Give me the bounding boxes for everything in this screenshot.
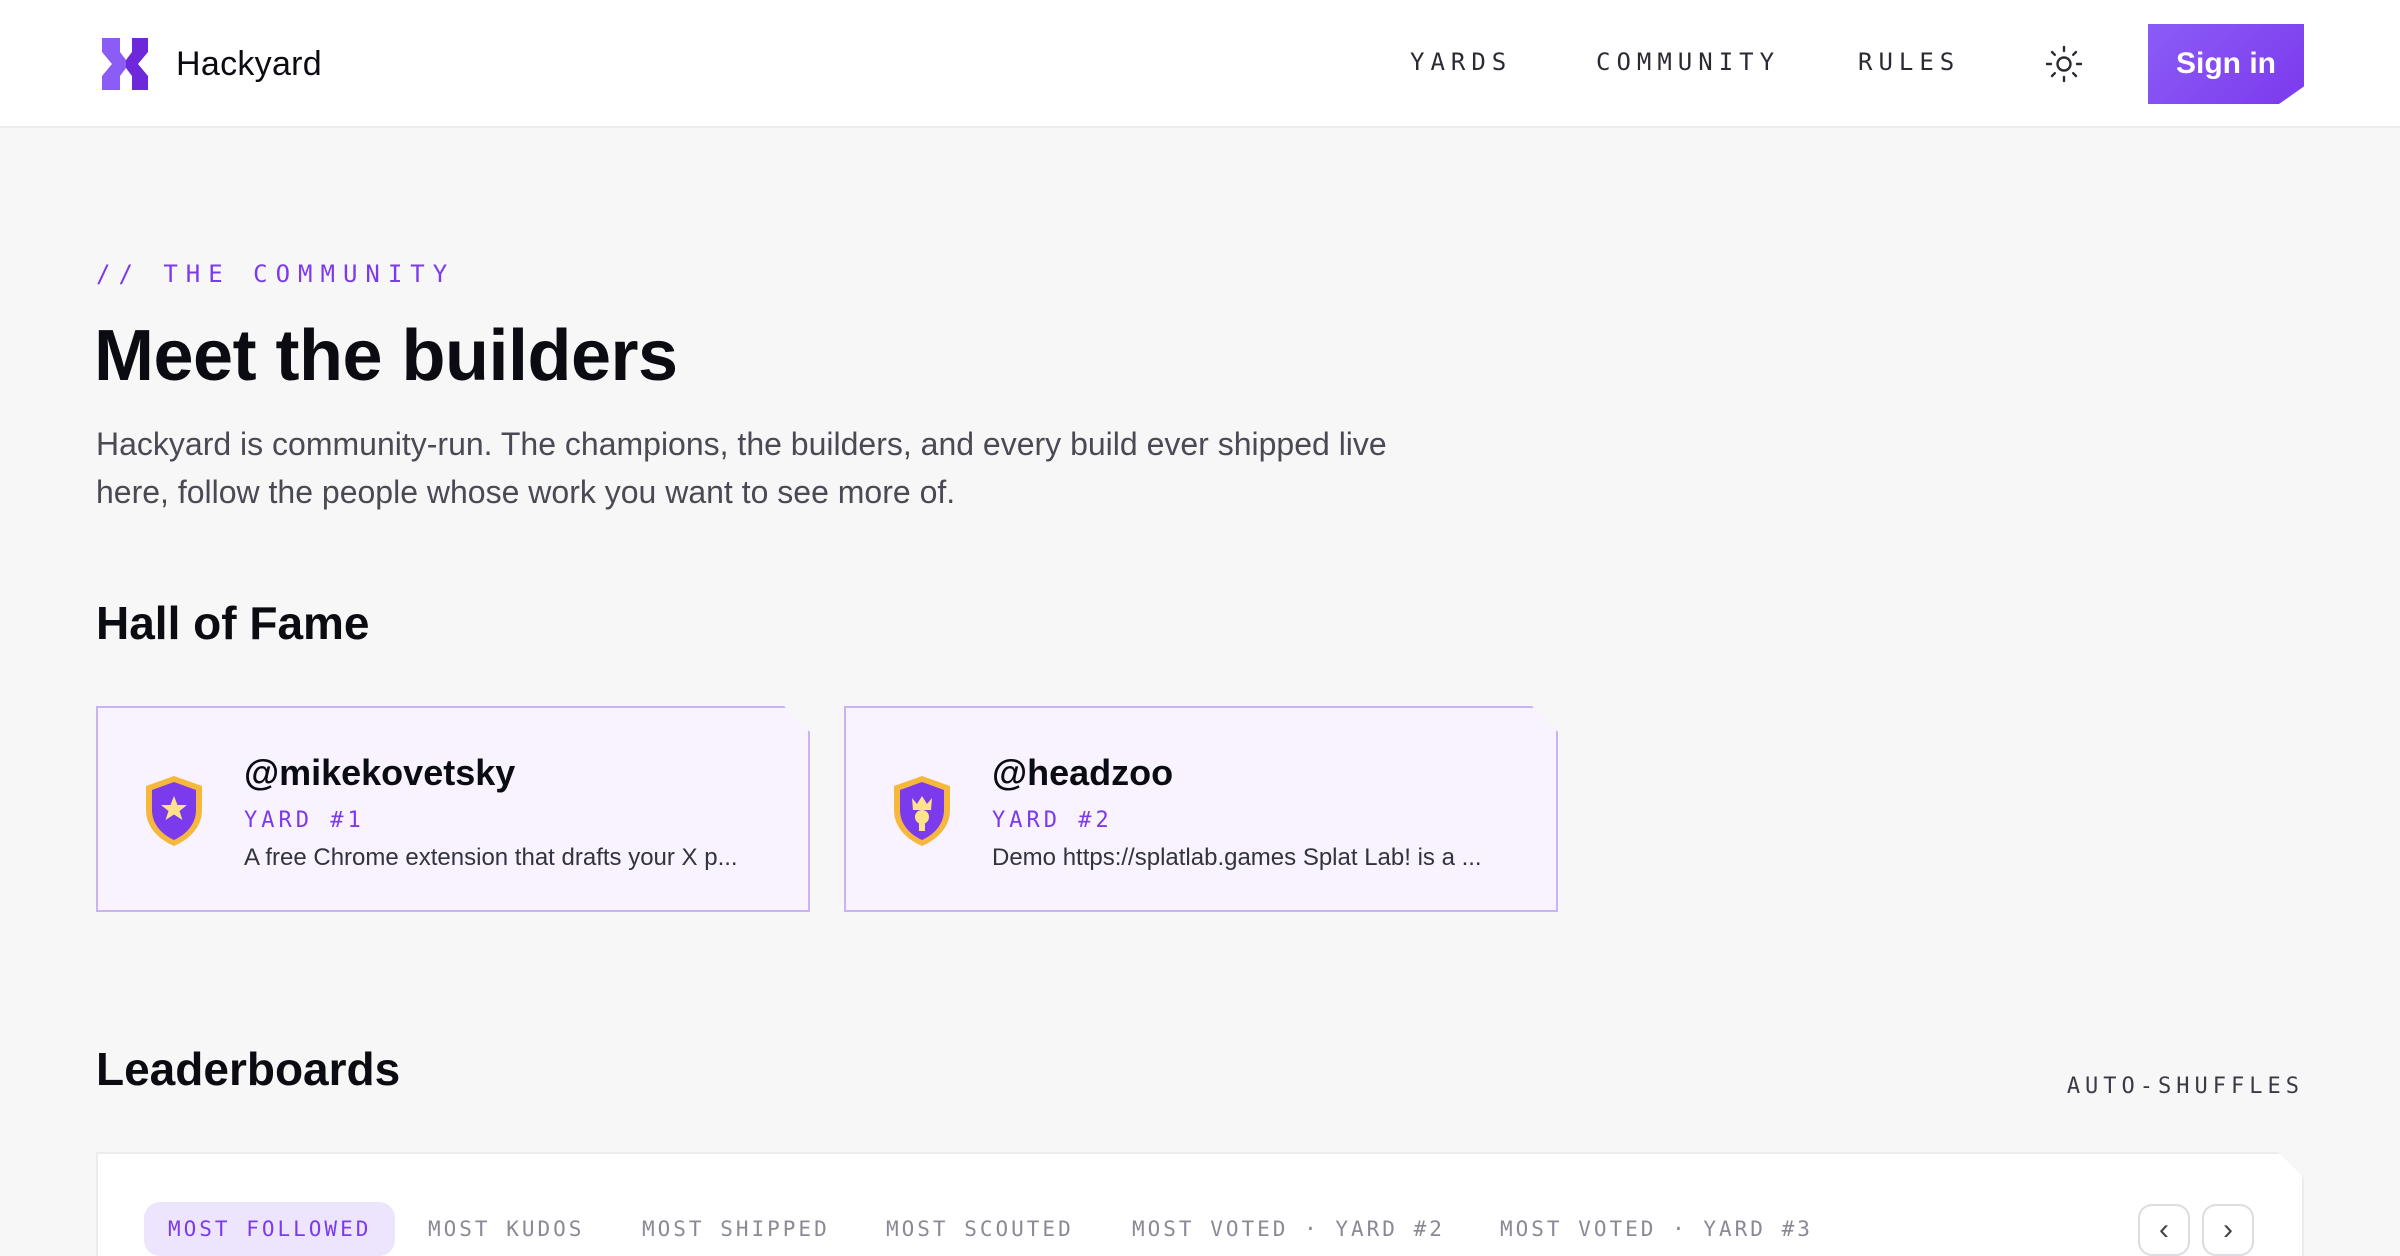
nav-link-rules[interactable]: RULES (1858, 48, 1960, 76)
chevron-right-icon: › (2223, 1213, 2233, 1246)
theme-toggle-button[interactable] (2044, 44, 2084, 84)
tab-most-shipped[interactable]: MOST SHIPPED (642, 1202, 830, 1256)
yard-label: YARD #1 (244, 808, 365, 833)
hackyard-logo-icon (102, 38, 148, 90)
yard-label: YARD #2 (992, 808, 1113, 833)
brand-link[interactable]: Hackyard (100, 36, 322, 92)
sun-icon (2045, 45, 2083, 83)
brand-name: Hackyard (176, 44, 323, 83)
tab-most-voted-yard-2[interactable]: MOST VOTED · YARD #2 (1132, 1202, 1445, 1256)
tab-most-kudos[interactable]: MOST KUDOS (428, 1202, 584, 1256)
member-handle: @headzoo (992, 752, 1174, 793)
build-excerpt: Demo https://splatlab.games Splat Lab! i… (992, 844, 1482, 871)
page-description: Hackyard is community-run. The champions… (96, 426, 1387, 510)
section-eyebrow: // THE COMMUNITY (96, 260, 456, 288)
star-shield-icon (142, 774, 206, 848)
sign-in-button[interactable]: Sign in (2148, 24, 2304, 104)
top-navigation-bar: Hackyard YARDS COMMUNITY RULES Sign in (0, 0, 2400, 128)
leaderboard-prev-button[interactable]: ‹ (2138, 1204, 2190, 1256)
hall-of-fame-title: Hall of Fame (96, 597, 370, 649)
auto-shuffles-label: AUTO-SHUFFLES (2066, 1074, 2304, 1099)
tab-most-scouted[interactable]: MOST SCOUTED (886, 1202, 1074, 1256)
leaderboards-title: Leaderboards (96, 1043, 401, 1095)
nav-link-community[interactable]: COMMUNITY (1596, 48, 1780, 76)
tab-most-followed[interactable]: MOST FOLLOWED (144, 1202, 396, 1256)
build-excerpt: A free Chrome extension that drafts your… (244, 844, 738, 871)
hall-of-fame-card[interactable]: @mikekovetsky YARD #1 A free Chrome exte… (96, 706, 810, 912)
crown-shield-icon (890, 774, 954, 848)
tab-most-voted-yard-3[interactable]: MOST VOTED · YARD #3 (1500, 1202, 1813, 1256)
hall-of-fame-card[interactable]: @headzoo YARD #2 Demo https://splatlab.g… (844, 706, 1558, 912)
member-handle: @mikekovetsky (244, 752, 516, 793)
chevron-left-icon: ‹ (2159, 1213, 2169, 1246)
leaderboard-next-button[interactable]: › (2202, 1204, 2254, 1256)
nav-link-yards[interactable]: YARDS (1410, 48, 1512, 76)
page-title: Meet the builders (94, 316, 678, 396)
